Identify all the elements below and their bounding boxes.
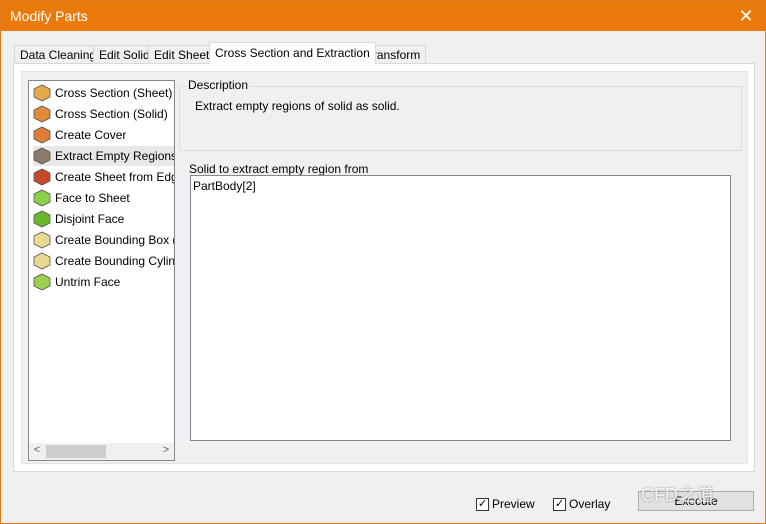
scrollbar-thumb[interactable] xyxy=(46,445,106,458)
operation-item[interactable]: Disjoint Face xyxy=(33,209,174,229)
operation-label: Create Bounding Box (Axis Aligned) xyxy=(55,233,174,247)
checkmark-icon[interactable]: ✓ xyxy=(553,497,566,511)
operation-label: Create Sheet from Edges xyxy=(55,170,174,184)
bounding-cylinder-icon xyxy=(33,252,53,270)
operation-item[interactable]: Extract Empty Regions of Solid xyxy=(33,146,174,166)
tab-cross-section-and-extraction[interactable]: Cross Section and Extraction xyxy=(209,42,376,64)
operation-label: Face to Sheet xyxy=(55,191,130,205)
operation-item[interactable]: Create Bounding Box (Axis Aligned) xyxy=(33,230,174,250)
operation-item[interactable]: Cross Section (Sheet) xyxy=(33,83,174,103)
bounding-box-icon xyxy=(33,231,53,249)
operation-label: Extract Empty Regions of Solid xyxy=(55,149,174,163)
face-to-sheet-icon xyxy=(33,189,53,207)
title-bar: Modify Parts ✕ xyxy=(1,1,765,31)
modify-parts-dialog: Modify Parts ✕ Data Cleaning Edit Solid … xyxy=(0,0,766,524)
scroll-left-icon[interactable]: < xyxy=(30,444,44,456)
cross-section-solid-icon xyxy=(33,105,53,123)
operation-item[interactable]: Cross Section (Solid) xyxy=(33,104,174,124)
description-text: Extract empty regions of solid as solid. xyxy=(195,99,400,113)
operation-label: Cross Section (Sheet) xyxy=(55,86,173,100)
cross-section-sheet-icon xyxy=(33,84,53,102)
operation-item[interactable]: Face to Sheet xyxy=(33,188,174,208)
operation-label: Untrim Face xyxy=(55,275,121,289)
operation-label: Cross Section (Solid) xyxy=(55,107,168,121)
window-title: Modify Parts xyxy=(10,8,88,24)
operation-label: Create Cover xyxy=(55,128,127,142)
scroll-right-icon[interactable]: > xyxy=(159,444,173,456)
solid-input-field[interactable]: PartBody[2] xyxy=(190,175,731,441)
operation-item[interactable]: Create Cover xyxy=(33,125,174,145)
operation-item[interactable]: Create Sheet from Edges xyxy=(33,167,174,187)
horizontal-scrollbar[interactable]: < > xyxy=(29,443,174,460)
operation-panel: Untrim Face Create Bounding Cylinder Creat… xyxy=(21,71,748,464)
description-group: Description Extract empty regions of sol… xyxy=(179,78,742,151)
preview-label: Preview xyxy=(492,497,535,511)
preview-checkbox[interactable]: ✓ Preview xyxy=(476,497,535,511)
overlay-label: Overlay xyxy=(569,497,611,511)
close-icon[interactable]: ✕ xyxy=(733,4,759,28)
operation-label: Create Bounding Cylinder xyxy=(55,254,174,268)
sheet-from-edges-icon xyxy=(33,168,53,186)
operation-item[interactable]: Create Bounding Cylinder xyxy=(33,251,174,271)
tab-panel: Untrim Face Create Bounding Cylinder Creat… xyxy=(13,63,755,472)
disjoint-face-icon xyxy=(33,210,53,228)
tab-data-cleaning[interactable]: Data Cleaning xyxy=(14,45,103,63)
execute-button[interactable]: Execute xyxy=(638,491,754,511)
untrim-face-icon xyxy=(33,273,53,291)
overlay-checkbox[interactable]: ✓ Overlay xyxy=(553,497,610,511)
extract-empty-regions-icon xyxy=(33,147,53,165)
solid-input-label: Solid to extract empty region from xyxy=(189,162,369,176)
description-title: Description xyxy=(186,78,251,92)
create-cover-icon xyxy=(33,126,53,144)
operation-item[interactable]: Untrim Face xyxy=(33,272,174,292)
operation-list[interactable]: Untrim Face Create Bounding Cylinder Creat… xyxy=(28,80,175,461)
operation-label: Disjoint Face xyxy=(55,212,125,226)
checkmark-icon[interactable]: ✓ xyxy=(476,497,489,511)
tab-edit-sheet[interactable]: Edit Sheet xyxy=(148,45,216,63)
tab-edit-solid[interactable]: Edit Solid xyxy=(93,45,156,63)
